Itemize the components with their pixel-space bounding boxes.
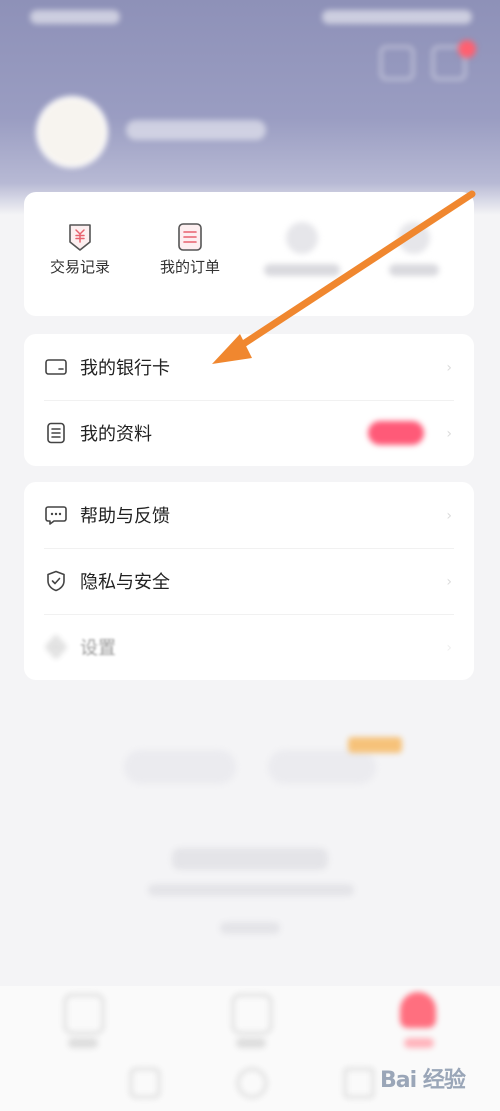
tab-home-icon[interactable] <box>64 994 104 1034</box>
blurred-icon <box>286 222 318 254</box>
chevron-right-icon: › <box>446 426 452 442</box>
menu-item-label: 帮助与反馈 <box>80 506 170 527</box>
status-bar-indicators <box>322 10 472 24</box>
bank-card-icon <box>45 359 67 375</box>
menu-item-help-feedback[interactable]: 帮助与反馈 › <box>24 482 474 548</box>
system-home-button[interactable] <box>237 1068 267 1098</box>
menu-item-label: 设置 <box>80 638 116 659</box>
shortcut-label: 我的订单 <box>159 258 220 276</box>
scan-icon[interactable] <box>380 46 414 80</box>
menu-item-label: 隐私与安全 <box>80 572 170 593</box>
blurred-icon <box>398 222 430 254</box>
chevron-right-icon: › <box>446 574 452 590</box>
blurred-text <box>148 884 354 896</box>
shortcut-my-orders[interactable]: 我的订单 <box>134 192 246 316</box>
status-bar <box>0 0 500 36</box>
shortcut-transaction-records[interactable]: 交易记录 <box>24 192 136 316</box>
shortcut-card: 交易记录 我的订单 <box>24 192 474 316</box>
notification-badge <box>458 40 476 58</box>
tab-wealth-icon[interactable] <box>232 994 272 1034</box>
blurred-action-button[interactable] <box>124 750 236 784</box>
menu-item-my-profile[interactable]: 我的资料 › <box>24 400 474 466</box>
shield-check-icon <box>47 570 65 592</box>
watermark-text: Bai 经验 <box>380 1068 466 1093</box>
shortcut-blurred-3[interactable] <box>246 192 358 316</box>
shortcut-label: 交易记录 <box>49 258 110 276</box>
username <box>126 120 266 140</box>
menu-item-label: 我的银行卡 <box>80 358 170 379</box>
menu-item-settings[interactable]: 设置 › <box>24 614 474 680</box>
tab-profile-icon[interactable] <box>400 992 436 1028</box>
blurred-text <box>172 848 328 870</box>
tab-label <box>236 1038 266 1048</box>
chevron-right-icon: › <box>446 640 452 656</box>
tab-label <box>68 1038 98 1048</box>
blurred-action-button[interactable] <box>268 750 376 784</box>
menu-item-privacy-security[interactable]: 隐私与安全 › <box>24 548 474 614</box>
shortcut-blurred-4[interactable] <box>358 192 470 316</box>
status-bar-time <box>30 10 120 24</box>
system-recents-button[interactable] <box>344 1068 374 1098</box>
system-back-button[interactable] <box>130 1068 160 1098</box>
account-menu-card: 我的银行卡 › 我的资料 › <box>24 334 474 466</box>
status-badge <box>368 421 424 445</box>
menu-item-label: 我的资料 <box>80 424 152 445</box>
menu-item-bank-card[interactable]: 我的银行卡 › <box>24 334 474 400</box>
support-menu-card: 帮助与反馈 › 隐私与安全 › 设置 › <box>24 482 474 680</box>
avatar[interactable] <box>36 96 108 168</box>
order-list-icon <box>178 223 202 251</box>
chevron-right-icon: › <box>446 360 452 376</box>
chevron-right-icon: › <box>446 508 452 524</box>
shortcut-label <box>389 264 439 276</box>
yuan-receipt-icon <box>69 224 91 251</box>
profile-document-icon <box>47 422 65 444</box>
chat-bubble-icon <box>45 506 67 525</box>
tab-label <box>404 1038 434 1048</box>
settings-icon <box>45 635 67 659</box>
blurred-tag <box>348 737 402 753</box>
shortcut-label <box>264 264 340 276</box>
baidu-jingyan-watermark: Bai 经验 <box>378 1056 488 1096</box>
blurred-text <box>220 922 280 934</box>
